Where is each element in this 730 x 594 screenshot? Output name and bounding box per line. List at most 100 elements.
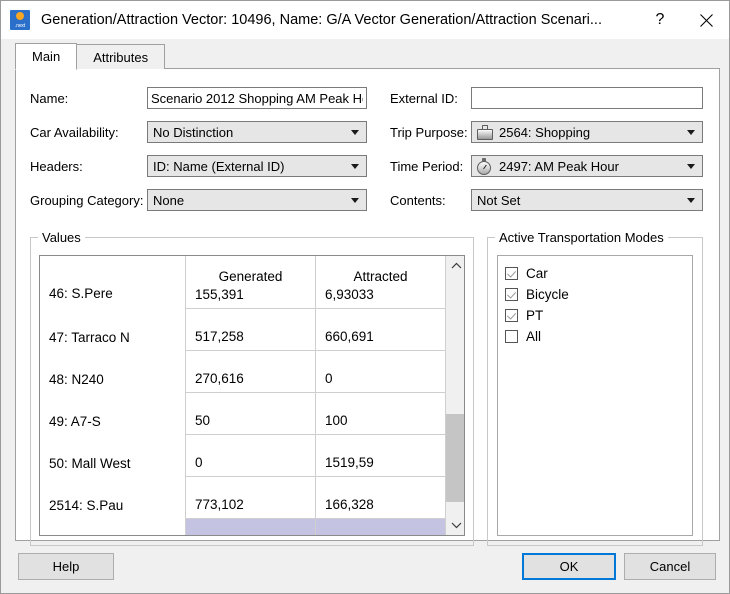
table-row[interactable]: 50: Mall West 0 1519,59: [40, 435, 445, 477]
checkbox-car[interactable]: [505, 267, 518, 280]
values-table-body: 46: S.Pere Generated 155,391 Attracted 6…: [40, 256, 445, 535]
column-header-attracted: Attracted: [353, 269, 408, 284]
field-row-name: Name:: [30, 87, 68, 109]
title-bar: .next Generation/Attraction Vector: 1049…: [1, 1, 729, 39]
row-label: 49: A7-S: [49, 414, 101, 429]
table-row-total[interactable]: Total 5174,94 5174,94: [40, 519, 445, 535]
cell-attracted: 660,691: [315, 309, 445, 351]
list-item-label: Bicycle: [526, 287, 569, 302]
next-app-icon: .next: [10, 10, 30, 30]
row-label: 50: Mall West: [49, 456, 131, 471]
grouping-category-label: Grouping Category:: [30, 192, 144, 208]
dialog-window: .next Generation/Attraction Vector: 1049…: [0, 0, 730, 594]
table-row[interactable]: 49: A7-S 50 100: [40, 393, 445, 435]
car-availability-dropdown[interactable]: No Distinction: [147, 121, 367, 143]
app-icon-wordmark: .next: [15, 23, 25, 29]
chevron-down-icon: [687, 130, 695, 135]
app-icon-dot: [16, 12, 24, 20]
modes-listbox[interactable]: Car Bicycle PT All: [497, 255, 693, 536]
list-item[interactable]: Bicycle: [505, 284, 692, 305]
stopwatch-icon: [476, 157, 494, 175]
chevron-down-icon: [351, 198, 359, 203]
field-row-headers: Headers:: [30, 155, 83, 177]
headers-dropdown[interactable]: ID: Name (External ID): [147, 155, 367, 177]
titlebar-help-button[interactable]: ?: [637, 1, 683, 39]
time-period-dropdown[interactable]: 2497: AM Peak Hour: [471, 155, 703, 177]
checkbox-bicycle[interactable]: [505, 288, 518, 301]
name-label: Name:: [30, 90, 69, 106]
row-label: 2514: S.Pau: [49, 498, 124, 513]
list-item[interactable]: Car: [505, 263, 692, 284]
cell-total-attracted: 5174,94: [315, 519, 445, 535]
briefcase-icon: [476, 124, 494, 141]
cell-attracted: 0: [315, 351, 445, 393]
field-row-grouping-category: Grouping Category:: [30, 189, 143, 211]
time-period-value: 2497: AM Peak Hour: [499, 158, 619, 174]
table-row[interactable]: 48: N240 270,616 0: [40, 351, 445, 393]
external-id-input[interactable]: [471, 87, 703, 109]
window-title: Generation/Attraction Vector: 10496, Nam…: [41, 12, 602, 28]
chevron-down-icon: [687, 164, 695, 169]
time-period-label: Time Period:: [390, 158, 464, 174]
cell-attracted: 166,328: [315, 477, 445, 519]
close-icon: [699, 13, 713, 27]
name-input[interactable]: [147, 87, 367, 109]
trip-purpose-label: Trip Purpose:: [390, 124, 468, 140]
checkbox-all[interactable]: [505, 330, 518, 343]
values-group-title: Values: [38, 230, 85, 245]
cell-total-generated: 5174,94: [185, 519, 315, 535]
cell-value: 6,93033: [325, 287, 374, 302]
row-label: 46: S.Pere: [49, 286, 113, 301]
help-question-icon: ?: [655, 11, 665, 28]
list-item-label: PT: [526, 308, 544, 323]
field-row-time-period: Time Period:: [390, 155, 463, 177]
grouping-category-dropdown[interactable]: None: [147, 189, 367, 211]
car-availability-label: Car Availability:: [30, 124, 119, 140]
field-row-external-id: External ID:: [390, 87, 458, 109]
headers-label: Headers:: [30, 158, 83, 174]
tab-attributes[interactable]: Attributes: [76, 44, 166, 69]
list-item[interactable]: All: [505, 326, 692, 347]
cell-generated: 773,102: [185, 477, 315, 519]
cell-attracted: 100: [315, 393, 445, 435]
cell-generated: 270,616: [185, 351, 315, 393]
scroll-down-button[interactable]: [446, 515, 464, 535]
cell-attracted: 1519,59: [315, 435, 445, 477]
values-table-scrollbar[interactable]: [445, 256, 464, 535]
list-item[interactable]: PT: [505, 305, 692, 326]
list-item-label: All: [526, 329, 542, 344]
cell-value: 155,391: [195, 287, 244, 302]
chevron-down-icon: [451, 522, 462, 529]
column-header-generated: Generated: [218, 269, 283, 284]
cancel-button[interactable]: Cancel: [624, 553, 716, 580]
field-row-trip-purpose: Trip Purpose:: [390, 121, 468, 143]
table-row[interactable]: 47: Tarraco N 517,258 660,691: [40, 309, 445, 351]
list-item-label: Car: [526, 266, 548, 281]
scroll-up-button[interactable]: [446, 256, 464, 276]
row-label: 48: N240: [49, 372, 104, 387]
chevron-down-icon: [351, 130, 359, 135]
cell-generated: 0: [185, 435, 315, 477]
form-fields: Name: External ID: Car Availability: No …: [16, 69, 719, 211]
help-button[interactable]: Help: [18, 553, 114, 580]
values-table: 46: S.Pere Generated 155,391 Attracted 6…: [39, 255, 465, 536]
contents-label: Contents:: [390, 192, 446, 208]
cell-attracted: Attracted 6,93033: [315, 256, 445, 309]
titlebar-close-button[interactable]: [683, 1, 729, 39]
row-label: 47: Tarraco N: [49, 330, 130, 345]
checkbox-pt[interactable]: [505, 309, 518, 322]
trip-purpose-dropdown[interactable]: 2564: Shopping: [471, 121, 703, 143]
table-row[interactable]: 2514: S.Pau 773,102 166,328: [40, 477, 445, 519]
headers-value: ID: Name (External ID): [153, 158, 285, 174]
tab-main[interactable]: Main: [15, 43, 78, 70]
external-id-label: External ID:: [390, 90, 458, 106]
table-row[interactable]: 46: S.Pere Generated 155,391 Attracted 6…: [40, 256, 445, 309]
contents-value: Not Set: [477, 192, 521, 208]
car-availability-value: No Distinction: [153, 124, 234, 140]
ok-button[interactable]: OK: [522, 553, 616, 580]
contents-dropdown[interactable]: Not Set: [471, 189, 703, 211]
field-row-contents: Contents:: [390, 189, 446, 211]
scrollbar-thumb[interactable]: [446, 414, 464, 502]
chevron-down-icon: [351, 164, 359, 169]
field-row-car-availability: Car Availability:: [30, 121, 119, 143]
